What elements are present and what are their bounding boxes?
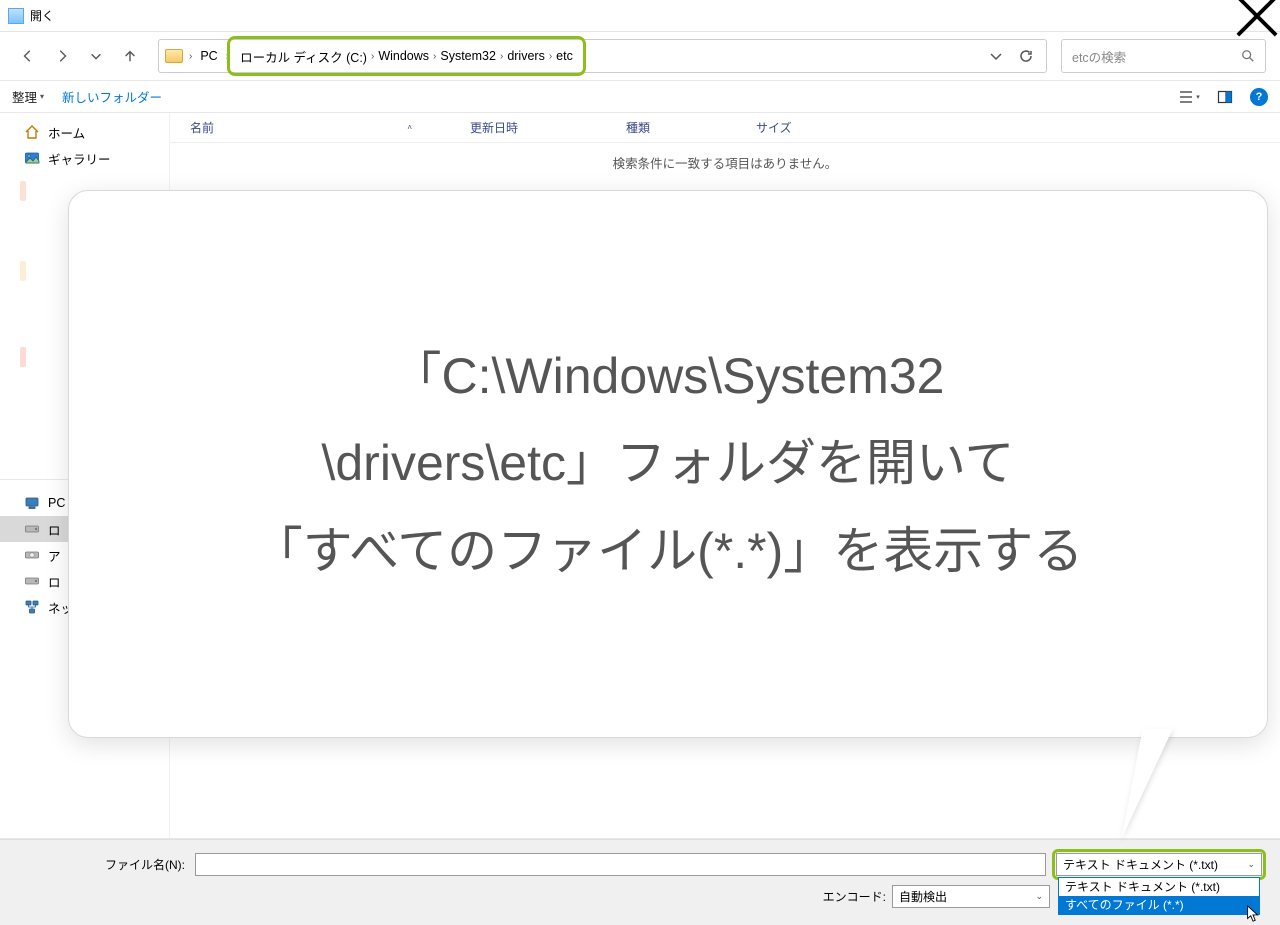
breadcrumb-drivers[interactable]: drivers <box>503 49 549 63</box>
breadcrumb-windows[interactable]: Windows <box>374 49 433 63</box>
close-button[interactable] <box>1234 0 1280 32</box>
help-icon: ? <box>1256 91 1263 103</box>
filetype-option-txt[interactable]: テキスト ドキュメント (*.txt) <box>1059 878 1259 896</box>
gallery-icon <box>24 150 40 166</box>
filetype-option-all[interactable]: すべてのファイル (*.*) <box>1059 896 1259 914</box>
chevron-down-icon: ▾ <box>40 92 44 101</box>
chevron-down-icon <box>89 49 103 63</box>
filename-input[interactable] <box>195 853 1046 876</box>
encoding-select[interactable]: 自動検出 ⌄ <box>892 885 1050 908</box>
network-icon <box>24 599 40 615</box>
column-header-size[interactable]: サイズ <box>756 119 836 136</box>
sidebar-item-home[interactable]: ホーム <box>0 119 169 145</box>
view-mode-button[interactable]: ▾ <box>1178 86 1200 108</box>
arrow-up-icon <box>123 49 137 63</box>
encoding-label: エンコード: <box>823 888 886 905</box>
filetype-selected: テキスト ドキュメント (*.txt) <box>1063 856 1218 873</box>
refresh-icon[interactable] <box>1018 48 1034 64</box>
home-icon <box>24 124 40 140</box>
chevron-down-icon: ▾ <box>1196 93 1200 101</box>
filetype-select[interactable]: テキスト ドキュメント (*.txt) ⌄ <box>1056 853 1262 876</box>
sidebar-quick-stub[interactable] <box>20 181 26 201</box>
titlebar: 開く <box>0 0 1280 32</box>
folder-icon <box>165 49 183 63</box>
chevron-right-icon: › <box>189 51 192 62</box>
sidebar-quick-stub <box>20 379 26 467</box>
filename-label: ファイル名(N): <box>14 856 189 873</box>
sidebar-quick-stub[interactable] <box>20 347 26 367</box>
dialog-footer: ファイル名(N): テキスト ドキュメント (*.txt) ⌄ テキスト ドキュ… <box>0 839 1280 925</box>
mouse-cursor <box>1246 905 1260 923</box>
drive-icon <box>24 547 40 563</box>
up-button[interactable] <box>116 42 144 70</box>
recent-button[interactable] <box>82 42 110 70</box>
breadcrumb-highlight: ローカル ディスク (C:) › Windows › System32 › dr… <box>227 36 586 76</box>
new-folder-button[interactable]: 新しいフォルダー <box>62 87 162 106</box>
chevron-down-icon: ⌄ <box>1035 891 1043 902</box>
breadcrumb-drive-c[interactable]: ローカル ディスク (C:) <box>236 47 371 66</box>
preview-pane-button[interactable] <box>1214 86 1236 108</box>
organize-button[interactable]: 整理 ▾ <box>12 87 44 106</box>
arrow-right-icon <box>55 49 69 63</box>
breadcrumb-system32[interactable]: System32 <box>436 49 500 63</box>
sidebar-quick-stub <box>20 213 26 249</box>
empty-folder-message: 検索条件に一致する項目はありません。 <box>170 143 1280 172</box>
search-input[interactable]: etcの検索 <box>1061 39 1266 73</box>
column-header-date[interactable]: 更新日時 <box>470 119 626 136</box>
instruction-callout: 「C:\Windows\System32 \drivers\etc」フォルダを開… <box>68 190 1268 738</box>
breadcrumb-pc[interactable]: PC <box>196 49 221 63</box>
notepad-app-icon <box>8 8 24 24</box>
command-bar: 整理 ▾ 新しいフォルダー ▾ ? <box>0 80 1280 113</box>
navigation-bar: › PC › ローカル ディスク (C:) › Windows › System… <box>0 32 1280 80</box>
column-header-name[interactable]: 名前 ˄ <box>190 119 470 136</box>
drive-icon <box>24 521 40 537</box>
column-header-type[interactable]: 種類 <box>626 119 756 136</box>
column-headers: 名前 ˄ 更新日時 種類 サイズ <box>170 113 1280 143</box>
sidebar-quick-stub[interactable] <box>20 261 26 281</box>
address-bar[interactable]: › PC › ローカル ディスク (C:) › Windows › System… <box>158 39 1047 73</box>
filetype-dropdown: テキスト ドキュメント (*.txt) すべてのファイル (*.*) <box>1058 877 1260 915</box>
back-button[interactable] <box>14 42 42 70</box>
instruction-text: 「C:\Windows\System32 \drivers\etc」フォルダを開… <box>213 333 1124 596</box>
sidebar-quick-stub <box>20 293 26 335</box>
breadcrumb-etc[interactable]: etc <box>552 49 577 63</box>
close-icon <box>1234 0 1280 39</box>
pc-icon <box>24 495 40 511</box>
chevron-down-icon: ⌄ <box>1247 859 1255 870</box>
filetype-highlight: テキスト ドキュメント (*.txt) ⌄ テキスト ドキュメント (*.txt… <box>1052 849 1266 880</box>
search-icon <box>1241 49 1255 63</box>
encoding-value: 自動検出 <box>899 888 947 905</box>
preview-pane-icon <box>1217 89 1233 105</box>
arrow-left-icon <box>21 49 35 63</box>
sidebar-item-gallery[interactable]: ギャラリー <box>0 145 169 171</box>
forward-button[interactable] <box>48 42 76 70</box>
help-button[interactable]: ? <box>1250 88 1268 106</box>
list-view-icon <box>1178 89 1194 105</box>
chevron-down-icon[interactable] <box>988 48 1004 64</box>
window-title: 開く <box>30 7 54 24</box>
search-placeholder: etcの検索 <box>1072 47 1126 66</box>
drive-icon <box>24 573 40 589</box>
sort-indicator-icon: ˄ <box>407 123 412 132</box>
